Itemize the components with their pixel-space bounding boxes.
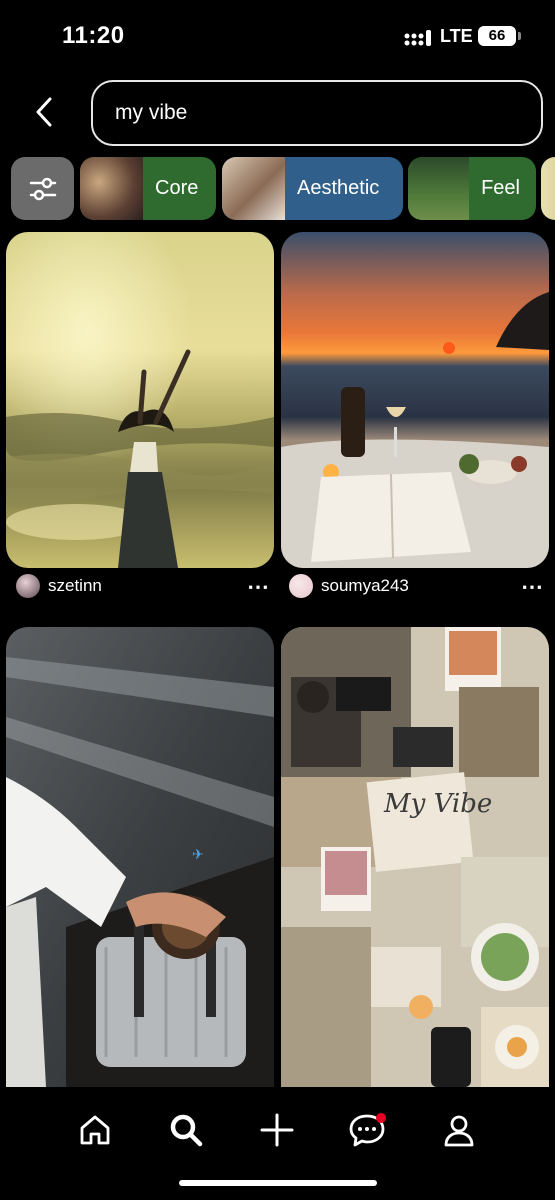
nav-messages[interactable] [340, 1102, 396, 1158]
home-icon [80, 1115, 110, 1145]
back-button[interactable] [22, 88, 66, 136]
pin-image[interactable]: ✈ [6, 627, 274, 1087]
search-input[interactable]: my vibe [91, 80, 543, 146]
svg-text:✈: ✈ [192, 846, 204, 862]
pin-image[interactable] [6, 232, 274, 568]
create-icon [260, 1113, 294, 1147]
picnic-sunset-image [281, 232, 549, 568]
pin-image[interactable]: My Vibe [281, 627, 549, 1087]
airport-coffee-image: ✈ [6, 627, 274, 1087]
search-query: my vibe [115, 101, 188, 124]
battery-tip [518, 32, 521, 40]
chip-label: Feel [481, 177, 520, 199]
chip-thumbnail [80, 157, 143, 220]
collage-title: My Vibe [383, 789, 492, 819]
filter-chips-row: Core Aesthetic Feel [0, 157, 555, 220]
status-bar: 11:20 LTE 66 [0, 0, 555, 70]
chip-thumbnail [222, 157, 285, 220]
author-name: szetinn [48, 576, 102, 595]
messages-icon [349, 1113, 386, 1147]
nav-search[interactable] [158, 1102, 214, 1158]
nav-home[interactable] [67, 1102, 123, 1158]
beach-dancer-image [6, 232, 274, 568]
battery-icon: 66 [478, 26, 516, 46]
home-indicator [179, 1180, 377, 1186]
chip-label: Aesthetic [297, 177, 380, 199]
author-avatar [16, 574, 40, 598]
chip-next[interactable] [541, 157, 555, 220]
nav-profile[interactable] [431, 1102, 487, 1158]
chip-aesthetic[interactable]: Aesthetic [222, 157, 403, 220]
status-time: 11:20 [62, 22, 125, 49]
search-icon [170, 1114, 203, 1147]
author-avatar [289, 574, 313, 598]
chip-thumbnail [408, 157, 470, 220]
my-vibe-collage-image: My Vibe [281, 627, 549, 1087]
network-type: LTE [440, 26, 473, 46]
chip-feel[interactable]: Feel [408, 157, 536, 220]
pin-author[interactable]: szetinn [16, 574, 102, 598]
pin-image[interactable] [281, 232, 549, 568]
signal-icon [404, 30, 431, 46]
more-options-button[interactable]: ⋯ [521, 574, 544, 600]
author-name: soumya243 [321, 576, 409, 595]
notification-dot [376, 1113, 386, 1123]
chip-core[interactable]: Core [80, 157, 216, 220]
pin-author[interactable]: soumya243 [289, 574, 409, 598]
profile-icon [444, 1115, 474, 1147]
chip-label: Core [155, 177, 199, 199]
chevron-left-icon [36, 97, 52, 127]
nav-create[interactable] [249, 1102, 305, 1158]
filter-button[interactable] [11, 157, 74, 220]
more-options-button[interactable]: ⋯ [247, 574, 270, 600]
sliders-icon [29, 177, 56, 200]
